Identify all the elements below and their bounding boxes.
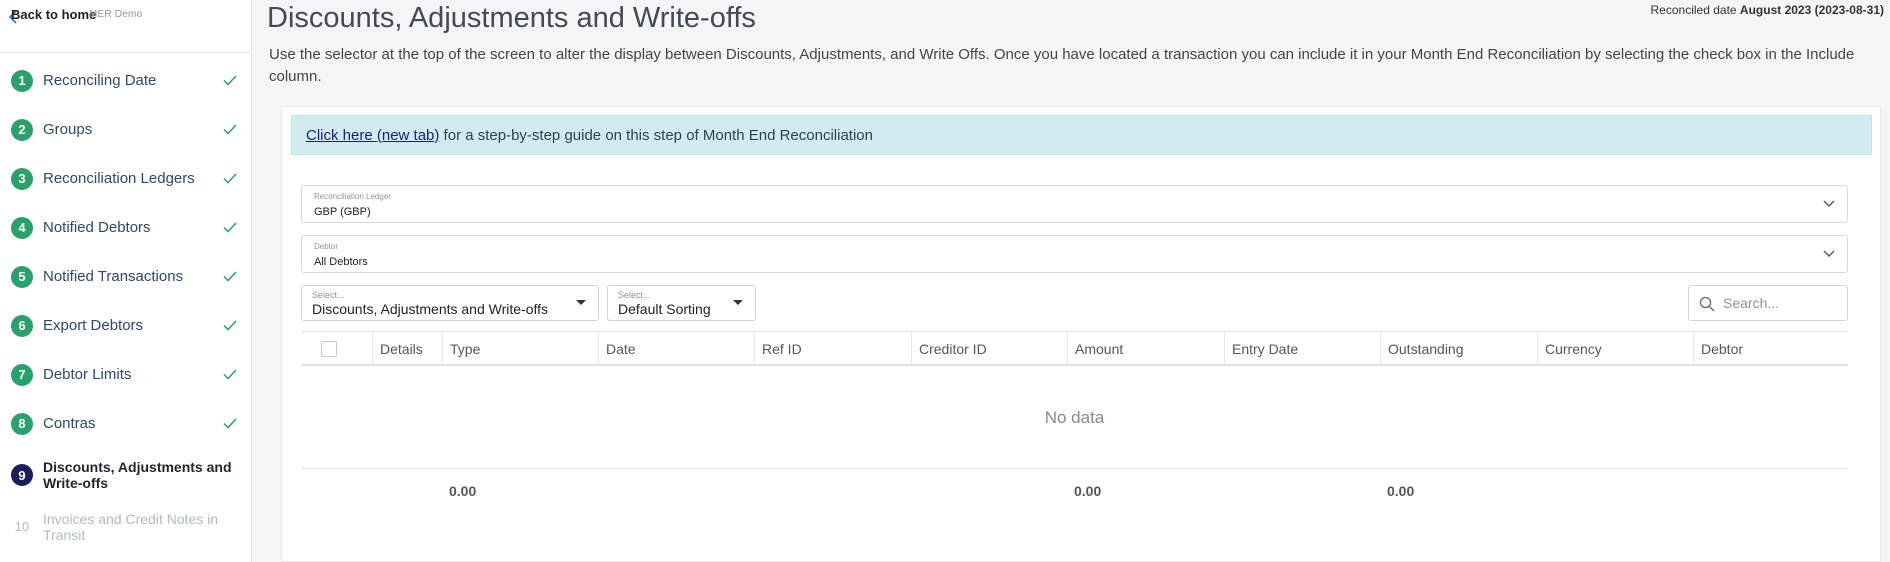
step-label: Notified Transactions bbox=[43, 268, 184, 285]
select-label: Select... bbox=[618, 290, 651, 300]
guide-banner: Click here (new tab) for a step-by-step … bbox=[291, 115, 1872, 155]
step-notified-debtors[interactable]: 4 Notified Debtors bbox=[0, 203, 252, 252]
step-number-badge: 3 bbox=[11, 167, 33, 190]
select-value: Default Sorting bbox=[618, 301, 711, 317]
step-label: Notified Debtors bbox=[43, 219, 151, 236]
organisation-label: MER Demo bbox=[89, 9, 143, 20]
guide-link[interactable]: Click here (new tab) bbox=[306, 127, 439, 144]
check-icon bbox=[223, 75, 237, 86]
sidebar: Back to home MER Demo 1 Reconciling Date… bbox=[0, 0, 252, 562]
column-header-outstanding[interactable]: Outstanding bbox=[1380, 332, 1537, 365]
column-header-ref-id[interactable]: Ref ID bbox=[754, 332, 911, 365]
check-icon bbox=[223, 320, 237, 331]
step-number-badge: 9 bbox=[11, 464, 33, 486]
debtor-dropdown[interactable]: Debtor All Debtors bbox=[301, 235, 1848, 273]
reconciled-date: Reconciled date August 2023 (2023-08-31) bbox=[1651, 3, 1884, 17]
column-header-details[interactable]: Details bbox=[372, 332, 442, 365]
select-all-checkbox[interactable] bbox=[321, 340, 337, 357]
step-label: Reconciling Date bbox=[43, 72, 157, 89]
column-header-type[interactable]: Type bbox=[442, 332, 598, 365]
step-number-badge: 4 bbox=[11, 216, 33, 239]
step-label: Discounts, Adjustments and Write-offs bbox=[43, 459, 232, 491]
main-content: Discounts, Adjustments and Write-offs Re… bbox=[252, 0, 1890, 562]
search-input[interactable] bbox=[1723, 294, 1841, 312]
reconciled-date-value: August 2023 (2023-08-31) bbox=[1739, 3, 1884, 17]
header-select-all bbox=[301, 332, 372, 365]
check-icon bbox=[223, 271, 237, 282]
step-number-badge: 8 bbox=[11, 412, 33, 435]
step-debtor-limits[interactable]: 7 Debtor Limits bbox=[0, 350, 252, 399]
dropdown-label: Debtor bbox=[314, 242, 339, 251]
search-icon bbox=[1699, 296, 1715, 312]
back-to-home-link[interactable]: Back to home bbox=[11, 7, 96, 22]
column-header-currency[interactable]: Currency bbox=[1537, 332, 1693, 365]
caret-down-icon bbox=[576, 300, 586, 305]
table-header: Details Type Date Ref ID Creditor ID Amo… bbox=[301, 331, 1848, 366]
step-label: Export Debtors bbox=[43, 317, 144, 334]
reconciled-date-label: Reconciled date bbox=[1650, 3, 1737, 17]
column-header-debtor[interactable]: Debtor bbox=[1693, 332, 1848, 365]
step-reconciliation-ledgers[interactable]: 3 Reconciliation Ledgers bbox=[0, 154, 252, 203]
check-icon bbox=[223, 369, 237, 380]
step-label: Contras bbox=[43, 415, 96, 432]
check-icon bbox=[223, 222, 237, 233]
sidebar-header: Back to home MER Demo bbox=[0, 0, 251, 53]
chevron-down-icon bbox=[1823, 200, 1835, 207]
select-label: Select... bbox=[312, 290, 345, 300]
search-box[interactable] bbox=[1688, 285, 1848, 321]
total-amount: 0.00 bbox=[1074, 483, 1102, 499]
dropdown-value: GBP (GBP) bbox=[314, 206, 371, 218]
step-invoices-credit-notes-in-transit[interactable]: 10 Invoices and Credit Notes in Transit bbox=[0, 502, 252, 551]
step-contras[interactable]: 8 Contras bbox=[0, 399, 252, 448]
check-icon bbox=[223, 173, 237, 184]
step-label: Invoices and Credit Notes in Transit bbox=[43, 510, 219, 543]
step-label: Groups bbox=[43, 121, 93, 138]
step-number-badge: 5 bbox=[11, 265, 33, 288]
step-list: 1 Reconciling Date 2 Groups 3 Reconcilia… bbox=[0, 56, 252, 551]
step-number-badge: 7 bbox=[11, 363, 33, 386]
step-label: Reconciliation Ledgers bbox=[43, 170, 195, 187]
step-number-badge: 2 bbox=[11, 118, 33, 141]
sorting-select[interactable]: Select... Default Sorting bbox=[607, 285, 756, 321]
step-reconciling-date[interactable]: 1 Reconciling Date bbox=[0, 56, 252, 105]
select-value: Discounts, Adjustments and Write-offs bbox=[312, 301, 549, 317]
step-groups[interactable]: 2 Groups bbox=[0, 105, 252, 154]
reconciliation-ledger-dropdown[interactable]: Reconciliation Ledger GBP (GBP) bbox=[301, 185, 1848, 223]
step-number-badge: 10 bbox=[14, 519, 30, 534]
check-icon bbox=[223, 124, 237, 135]
page-title: Discounts, Adjustments and Write-offs bbox=[267, 2, 756, 34]
dropdown-label: Reconciliation Ledger bbox=[314, 192, 391, 201]
total-type: 0.00 bbox=[449, 483, 477, 499]
step-export-debtors[interactable]: 6 Export Debtors bbox=[0, 301, 252, 350]
column-header-date[interactable]: Date bbox=[598, 332, 754, 365]
total-outstanding: 0.00 bbox=[1387, 483, 1415, 499]
dropdown-value: All Debtors bbox=[314, 256, 368, 268]
step-number-badge: 6 bbox=[11, 314, 33, 337]
column-header-amount[interactable]: Amount bbox=[1067, 332, 1224, 365]
transaction-type-select[interactable]: Select... Discounts, Adjustments and Wri… bbox=[301, 285, 599, 321]
step-number-badge: 1 bbox=[11, 69, 33, 92]
check-icon bbox=[223, 418, 237, 429]
caret-down-icon bbox=[733, 300, 743, 305]
column-header-entry-date[interactable]: Entry Date bbox=[1224, 332, 1380, 365]
step-discounts-adjustments-write-offs[interactable]: 9 Discounts, Adjustments and Write-offs bbox=[0, 448, 252, 502]
transactions-table: Details Type Date Ref ID Creditor ID Amo… bbox=[301, 331, 1848, 499]
intro-text: Use the selector at the top of the scree… bbox=[269, 46, 1855, 85]
column-header-creditor-id[interactable]: Creditor ID bbox=[911, 332, 1067, 365]
empty-state: No data bbox=[301, 367, 1848, 469]
guide-text: for a step-by-step guide on this step of… bbox=[439, 126, 873, 144]
chevron-down-icon bbox=[1823, 250, 1835, 257]
step-notified-transactions[interactable]: 5 Notified Transactions bbox=[0, 252, 252, 301]
step-label: Debtor Limits bbox=[43, 366, 132, 383]
